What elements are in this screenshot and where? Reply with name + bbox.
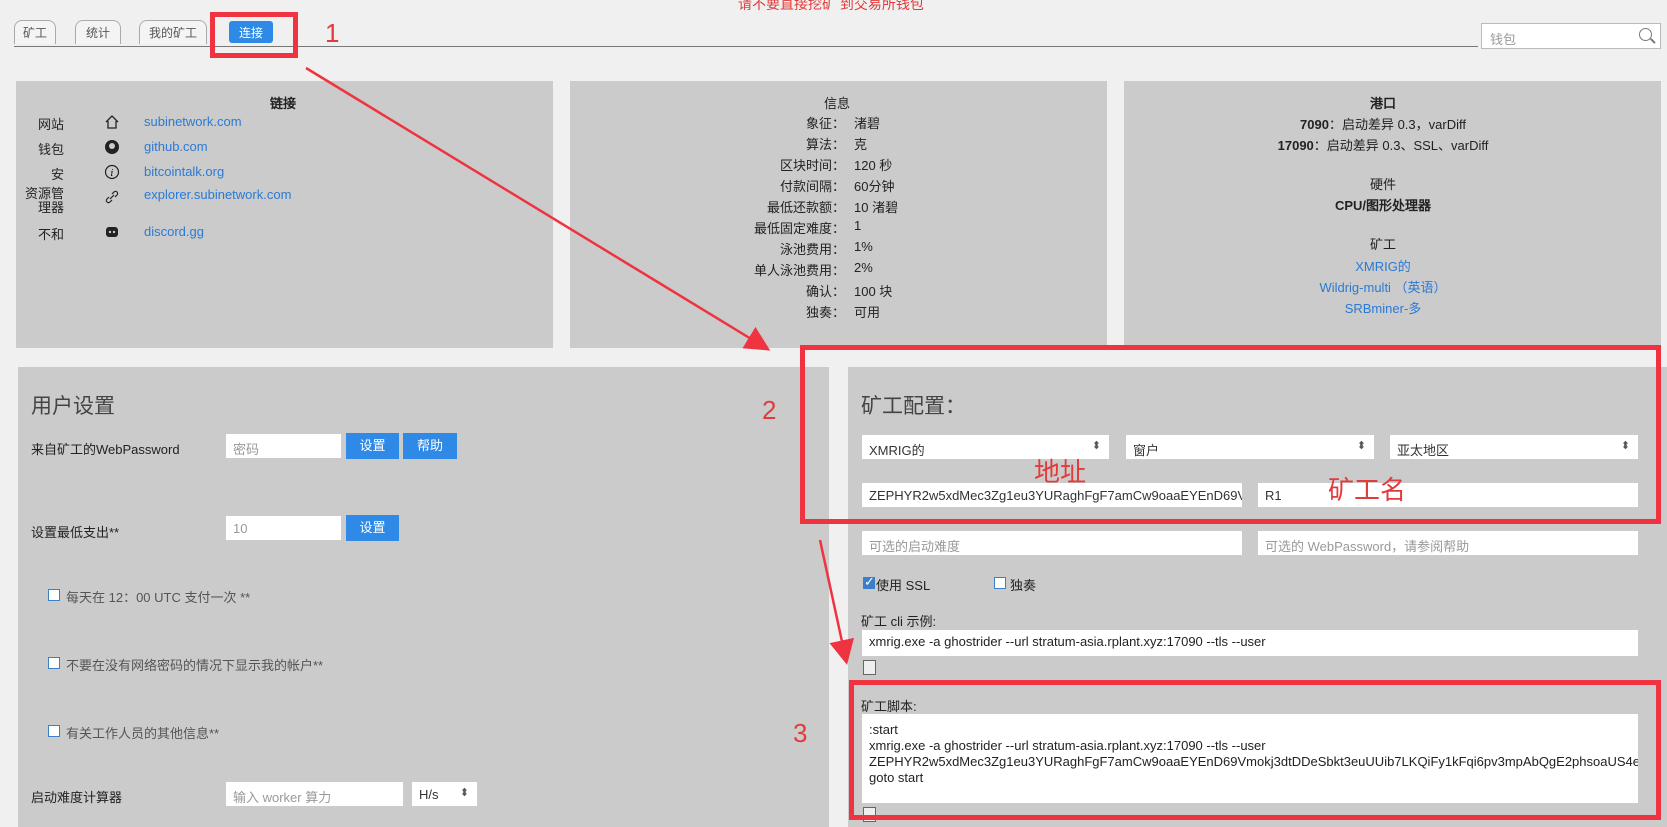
arrow-2-to-3	[818, 539, 854, 665]
annotation-arrows	[305, 66, 854, 665]
arrow-1-to-2	[305, 66, 771, 351]
